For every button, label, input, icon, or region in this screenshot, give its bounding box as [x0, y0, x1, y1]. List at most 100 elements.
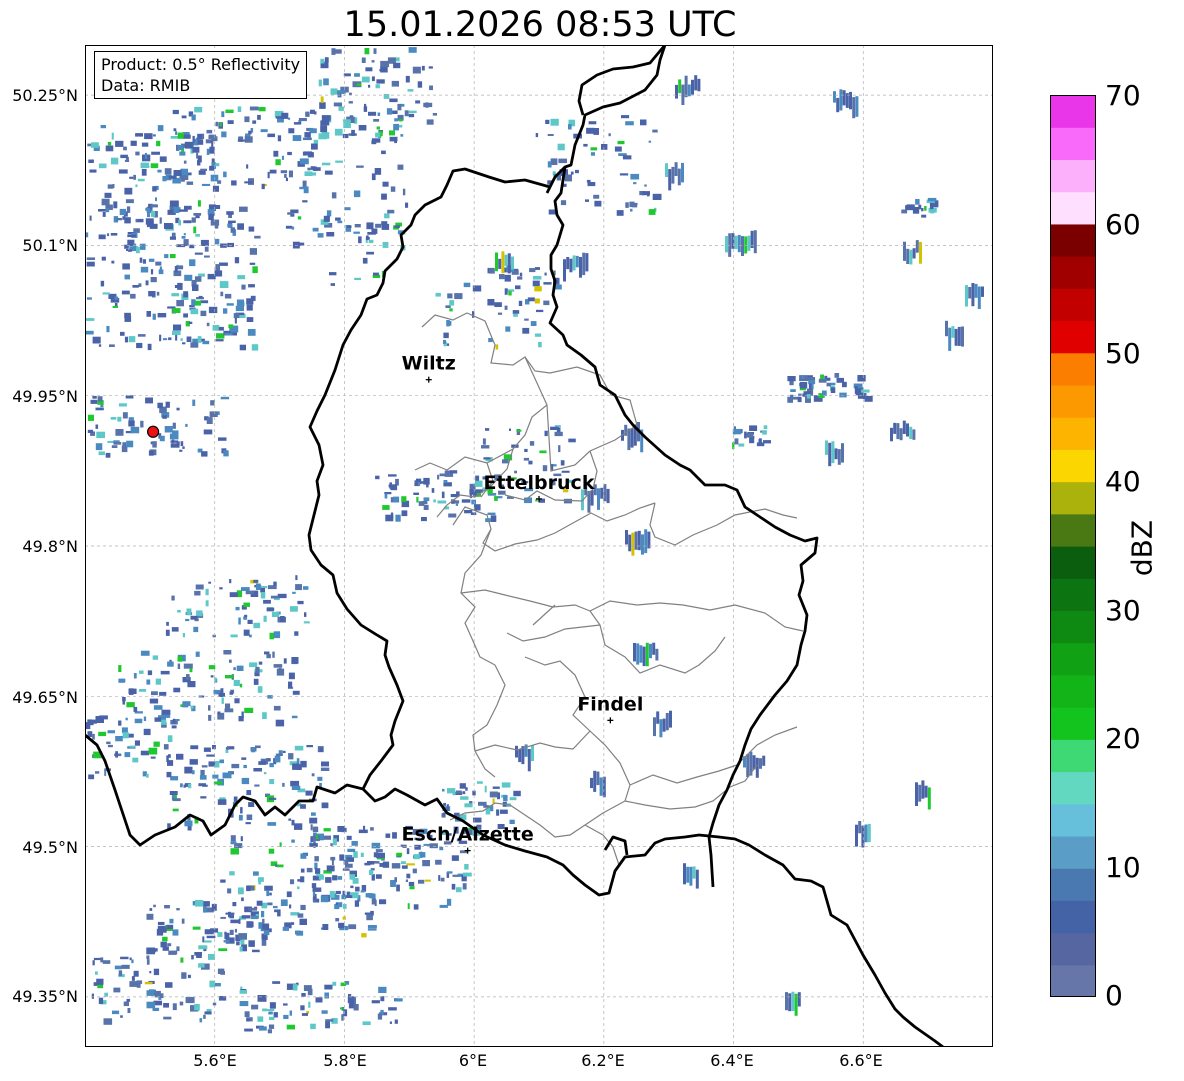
radar-echo	[344, 207, 351, 211]
y-tick-label: 50.25°N	[12, 86, 78, 105]
radar-echo	[149, 971, 152, 974]
radar-echo	[303, 621, 310, 624]
radar-echo	[632, 203, 638, 208]
radar-echo	[422, 860, 430, 867]
radar-echo	[189, 259, 196, 267]
radar-echo	[465, 787, 468, 791]
radar-echo	[738, 443, 745, 447]
radar-echo	[229, 579, 232, 584]
radar-echo	[175, 719, 180, 722]
radar-echo	[120, 956, 129, 960]
radar-echo	[301, 1013, 308, 1016]
radar-echo	[198, 945, 208, 950]
radar-echo	[451, 855, 459, 861]
radar-echo	[588, 121, 597, 125]
radar-echo	[320, 120, 330, 126]
radar-echo	[762, 430, 767, 435]
radar-echo	[341, 894, 347, 900]
radar-echo	[367, 928, 377, 931]
radar-echo	[448, 513, 457, 518]
radar-echo	[492, 798, 495, 804]
radar-echo	[238, 887, 244, 895]
radar-echo	[906, 423, 909, 437]
radar-echo	[539, 450, 547, 454]
canton-border	[524, 656, 631, 786]
radar-echo	[329, 891, 335, 898]
radar-echo	[325, 1019, 334, 1022]
radar-echo	[500, 809, 508, 814]
radar-echo	[156, 140, 161, 147]
radar-echo	[192, 926, 201, 930]
radar-echo	[126, 206, 131, 213]
radar-echo	[689, 866, 693, 886]
radar-echo	[323, 835, 331, 840]
radar-echo	[185, 996, 195, 1004]
radar-echo	[113, 987, 121, 993]
radar-echo	[300, 804, 306, 809]
radar-echo	[625, 202, 629, 208]
radar-echo	[558, 158, 567, 164]
radar-echo	[524, 448, 528, 452]
radar-echo	[342, 133, 349, 139]
radar-echo	[297, 886, 300, 890]
radar-echo	[337, 220, 343, 224]
radar-echo	[164, 905, 170, 909]
radar-echo	[749, 437, 755, 444]
radar-echo	[652, 642, 656, 655]
radar-echo	[401, 496, 407, 502]
radar-echo	[558, 445, 561, 453]
radar-echo	[291, 226, 295, 230]
radar-echo	[954, 328, 958, 346]
radar-echo	[734, 438, 739, 445]
radar-echo	[253, 871, 259, 876]
country-border	[85, 733, 944, 1047]
radar-echo	[262, 712, 267, 719]
radar-echo	[590, 147, 598, 151]
radar-echo	[270, 595, 279, 599]
radar-echo	[600, 487, 604, 499]
radar-echo	[163, 338, 168, 341]
radar-echo	[159, 217, 162, 224]
radar-echo	[266, 890, 270, 897]
radar-echo	[240, 939, 245, 945]
radar-echo	[538, 341, 542, 348]
radar-echo	[246, 885, 251, 892]
radar-echo	[125, 717, 128, 721]
radar-echo	[206, 754, 215, 757]
radar-echo	[332, 875, 338, 881]
radar-echo	[176, 300, 184, 307]
radar-echo	[545, 119, 550, 124]
radar-echo	[236, 941, 240, 946]
radar-echo	[129, 176, 134, 179]
radar-echo	[173, 128, 177, 132]
radar-echo	[128, 417, 134, 421]
radar-echo	[249, 662, 258, 668]
radar-echo	[326, 210, 332, 217]
radar-echo	[504, 254, 508, 266]
radar-echo	[225, 675, 234, 679]
radar-echo	[201, 133, 205, 139]
radar-echo	[169, 236, 176, 240]
radar-echo	[379, 69, 386, 72]
radar-echo	[307, 988, 313, 996]
radar-echo	[223, 171, 227, 178]
radar-echo	[389, 98, 398, 103]
radar-echo	[364, 912, 371, 915]
radar-echo	[172, 929, 179, 936]
radar-echo	[350, 885, 354, 889]
radar-echo	[275, 159, 281, 166]
radar-echo	[86, 297, 92, 300]
radar-echo	[282, 782, 285, 787]
radar-echo	[142, 259, 146, 264]
radar-echo	[383, 94, 390, 99]
radar-echo	[118, 678, 126, 683]
radar-echo	[245, 590, 254, 595]
radar-echo	[315, 868, 321, 874]
radar-echo	[248, 940, 255, 947]
radar-echo	[630, 428, 634, 448]
radar-echo	[130, 426, 140, 434]
radar-echo	[192, 399, 196, 406]
radar-echo	[568, 124, 572, 130]
radar-echo	[253, 579, 259, 583]
radar-echo	[454, 293, 463, 300]
